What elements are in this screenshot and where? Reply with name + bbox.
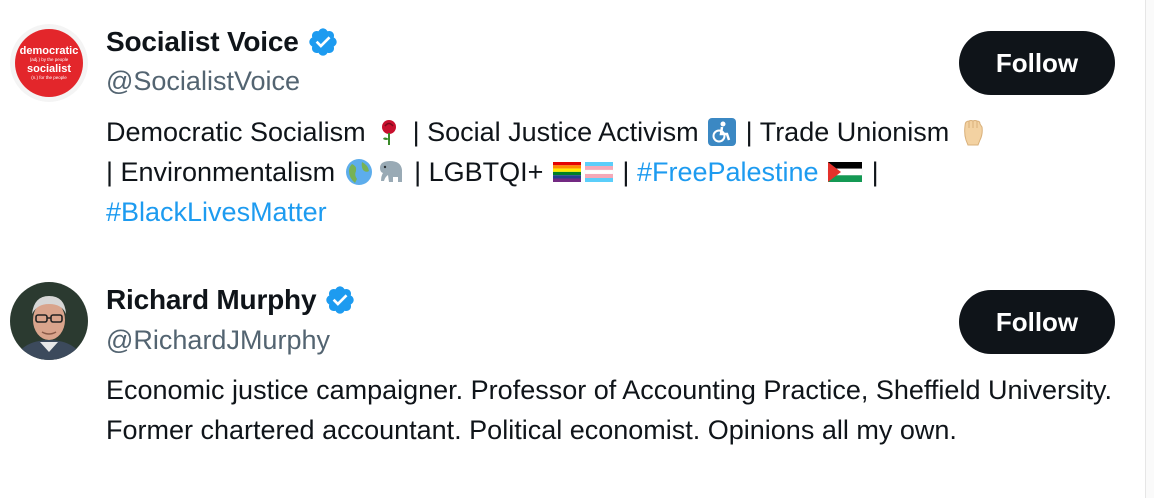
rainbow-flag-icon (552, 161, 581, 182)
bio-text: | Trade Unionism (738, 117, 957, 147)
wheelchair-icon (708, 117, 737, 146)
svg-text:socialist: socialist (27, 63, 71, 75)
user-handle[interactable]: @RichardJMurphy (106, 325, 330, 356)
follow-button[interactable]: Follow (959, 31, 1115, 95)
palestine-flag-icon (827, 161, 863, 182)
scrollbar-track[interactable] (1145, 0, 1154, 498)
display-name[interactable]: Socialist Voice (106, 26, 299, 58)
avatar[interactable]: democratic (adj.) by the people socialis… (10, 24, 88, 102)
user-handle[interactable]: @SocialistVoice (106, 66, 300, 97)
verified-badge-icon (308, 28, 337, 56)
hashtag-link[interactable]: #BlackLivesMatter (106, 197, 327, 227)
verified-badge-icon (326, 286, 355, 314)
svg-text:democratic: democratic (20, 45, 79, 57)
user-bio: Economic justice campaigner. Professor o… (106, 375, 1112, 445)
bio-text: | (614, 157, 637, 187)
hashtag-link[interactable]: #FreePalestine (637, 157, 819, 187)
bio-text: | LGBTQI+ (406, 157, 551, 187)
user-card-richard-murphy[interactable]: Richard Murphy @RichardJMurphy Follow Ec… (0, 262, 1146, 498)
rose-icon (382, 119, 397, 145)
user-card-socialist-voice[interactable]: democratic (adj.) by the people socialis… (0, 0, 1146, 250)
trans-flag-icon (584, 161, 614, 182)
globe-icon (345, 158, 372, 185)
display-name[interactable]: Richard Murphy (106, 284, 317, 316)
elephant-icon (379, 160, 402, 182)
svg-text:(n.) for the people: (n.) for the people (31, 75, 67, 80)
raised-fist-icon (963, 119, 983, 146)
socialist-voice-logo: democratic (adj.) by the people socialis… (10, 24, 88, 102)
bio-text: | (864, 157, 887, 187)
svg-text:(adj.) by the people: (adj.) by the people (30, 57, 69, 62)
bio-text: | Social Justice Activism (405, 117, 707, 147)
user-bio: Democratic Socialism | Social Justice Ac… (106, 112, 1116, 232)
bio-text: Democratic Socialism (106, 117, 374, 147)
follow-button[interactable]: Follow (959, 290, 1115, 354)
bio-text: | Environmentalism (106, 157, 343, 187)
